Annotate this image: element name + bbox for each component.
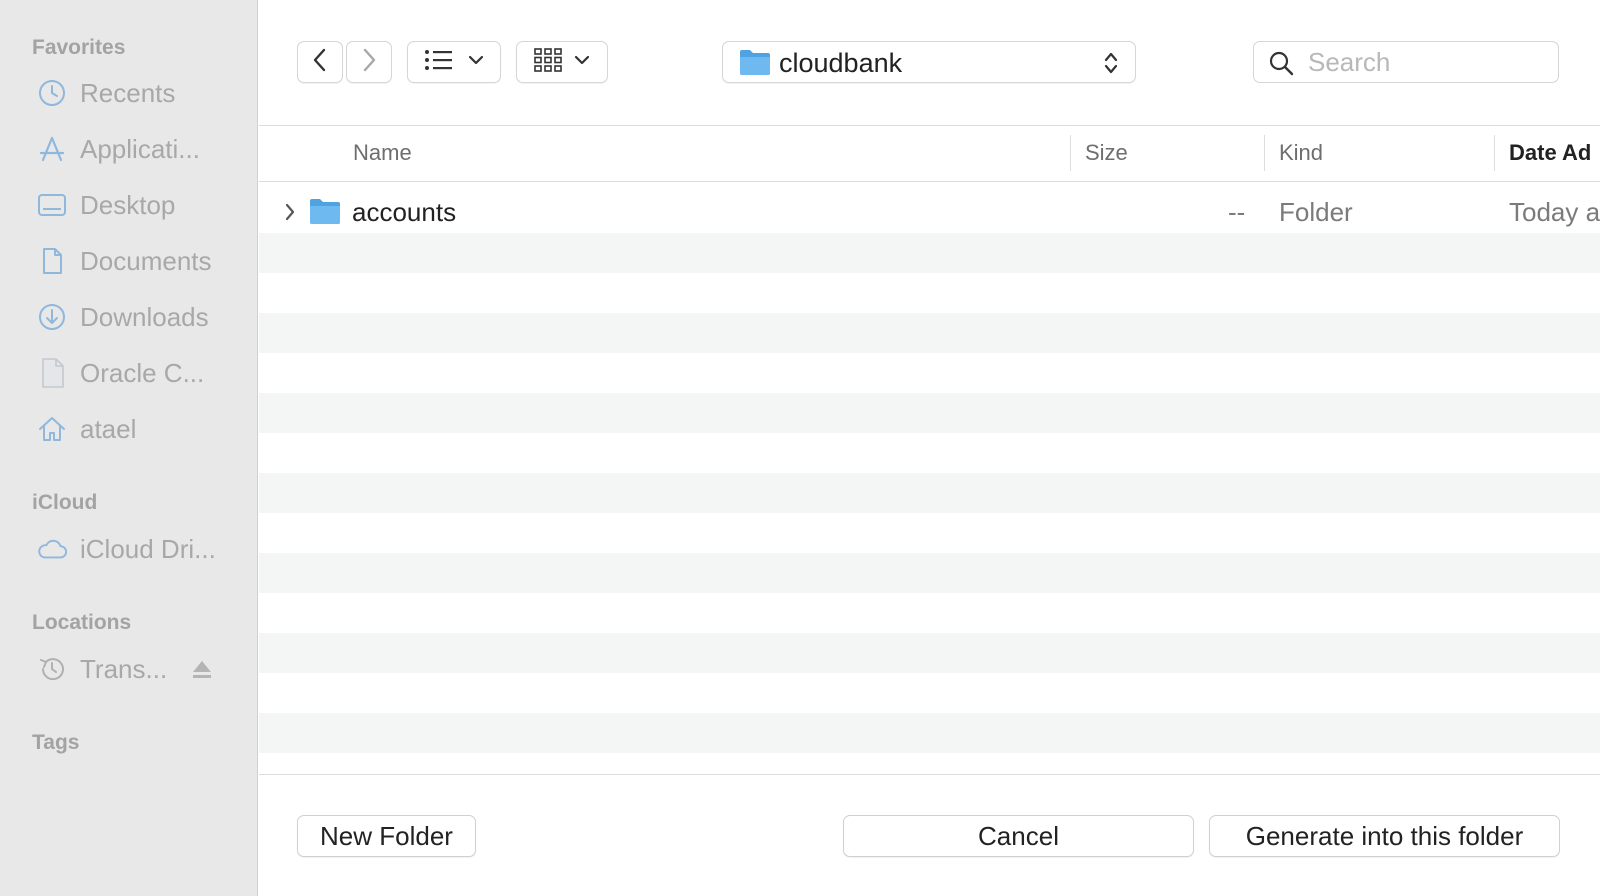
- chevron-left-icon: [310, 47, 330, 78]
- column-size[interactable]: Size: [1085, 140, 1128, 166]
- sidebar-item-label: iCloud Dri...: [80, 533, 216, 564]
- search-icon: [1268, 50, 1294, 81]
- cloud-icon: [36, 533, 68, 565]
- cancel-button[interactable]: Cancel: [843, 815, 1194, 857]
- footer-divider: [259, 774, 1600, 775]
- sidebar-item-label: Applicati...: [80, 133, 200, 164]
- empty-row: [259, 713, 1600, 753]
- sidebar-heading-locations: Locations: [32, 611, 132, 634]
- folder-icon: [739, 48, 771, 81]
- sidebar-item-documents[interactable]: Documents: [0, 238, 258, 284]
- folder-icon: [309, 197, 341, 230]
- sidebar-item-downloads[interactable]: Downloads: [0, 294, 258, 340]
- sidebar-item-label: Trans...: [80, 653, 168, 684]
- sidebar-item-recents[interactable]: Recents: [0, 70, 258, 116]
- document-icon: [36, 245, 68, 277]
- up-down-chevron-icon: [1103, 50, 1119, 81]
- column-divider[interactable]: [1070, 135, 1071, 171]
- column-header: Name Size Kind Date Ad: [259, 125, 1600, 182]
- back-button[interactable]: [297, 41, 343, 83]
- new-folder-button[interactable]: New Folder: [297, 815, 476, 857]
- search-field[interactable]: [1253, 41, 1559, 83]
- home-icon: [36, 413, 68, 445]
- sidebar-item-label: Recents: [80, 77, 176, 108]
- list-icon: [424, 48, 454, 77]
- chevron-down-icon: [468, 53, 484, 71]
- empty-row: [259, 313, 1600, 353]
- column-kind[interactable]: Kind: [1279, 140, 1323, 166]
- chevron-right-icon: [359, 47, 379, 78]
- empty-row: [259, 553, 1600, 593]
- sidebar-item-icloud-drive[interactable]: iCloud Dri...: [0, 526, 258, 572]
- chevron-down-icon: [574, 53, 590, 71]
- column-divider[interactable]: [1264, 135, 1265, 171]
- empty-row: [259, 633, 1600, 673]
- sidebar-item-home[interactable]: atael: [0, 406, 258, 452]
- eject-icon[interactable]: [190, 657, 214, 681]
- path-popup[interactable]: cloudbank: [722, 41, 1136, 83]
- forward-button[interactable]: [346, 41, 392, 83]
- sidebar: Favorites Recents Applicati... Desktop D…: [0, 0, 258, 896]
- search-input[interactable]: [1308, 45, 1548, 79]
- path-label: cloudbank: [779, 48, 903, 78]
- empty-row: [259, 473, 1600, 513]
- sidebar-item-oracle[interactable]: Oracle C...: [0, 350, 258, 396]
- download-icon: [36, 301, 68, 333]
- file-icon: [36, 357, 68, 389]
- column-date-added[interactable]: Date Ad: [1509, 140, 1591, 166]
- row-size: --: [1228, 197, 1246, 227]
- sidebar-item-label: Documents: [80, 245, 212, 276]
- empty-row: [259, 393, 1600, 433]
- sidebar-item-desktop[interactable]: Desktop: [0, 182, 258, 228]
- applications-icon: [36, 133, 68, 165]
- clock-icon: [36, 77, 68, 109]
- disclosure-chevron-icon[interactable]: [283, 201, 297, 228]
- sidebar-item-label: Oracle C...: [80, 357, 205, 388]
- group-button[interactable]: [516, 41, 608, 83]
- sidebar-item-label: Downloads: [80, 301, 209, 332]
- sidebar-item-label: atael: [80, 413, 137, 444]
- desktop-icon: [36, 189, 68, 221]
- sidebar-heading-icloud: iCloud: [32, 491, 98, 514]
- view-mode-button[interactable]: [407, 41, 501, 83]
- column-name[interactable]: Name: [353, 140, 412, 166]
- sidebar-heading-favorites: Favorites: [32, 36, 126, 59]
- row-date: Today a: [1509, 197, 1600, 227]
- time-machine-icon: [36, 653, 68, 685]
- column-divider[interactable]: [1494, 135, 1495, 171]
- sidebar-item-transcend[interactable]: Trans...: [0, 646, 258, 692]
- file-list: accounts -- Folder Today a: [259, 193, 1600, 773]
- sidebar-item-applications[interactable]: Applicati...: [0, 126, 258, 172]
- row-kind: Folder: [1279, 197, 1353, 227]
- generate-button[interactable]: Generate into this folder: [1209, 815, 1560, 857]
- sidebar-item-label: Desktop: [80, 189, 176, 220]
- table-row[interactable]: accounts -- Folder Today a: [259, 193, 1600, 233]
- grid-icon: [534, 47, 562, 77]
- row-name: accounts: [352, 197, 457, 227]
- sidebar-heading-tags: Tags: [32, 731, 80, 754]
- empty-row: [259, 233, 1600, 273]
